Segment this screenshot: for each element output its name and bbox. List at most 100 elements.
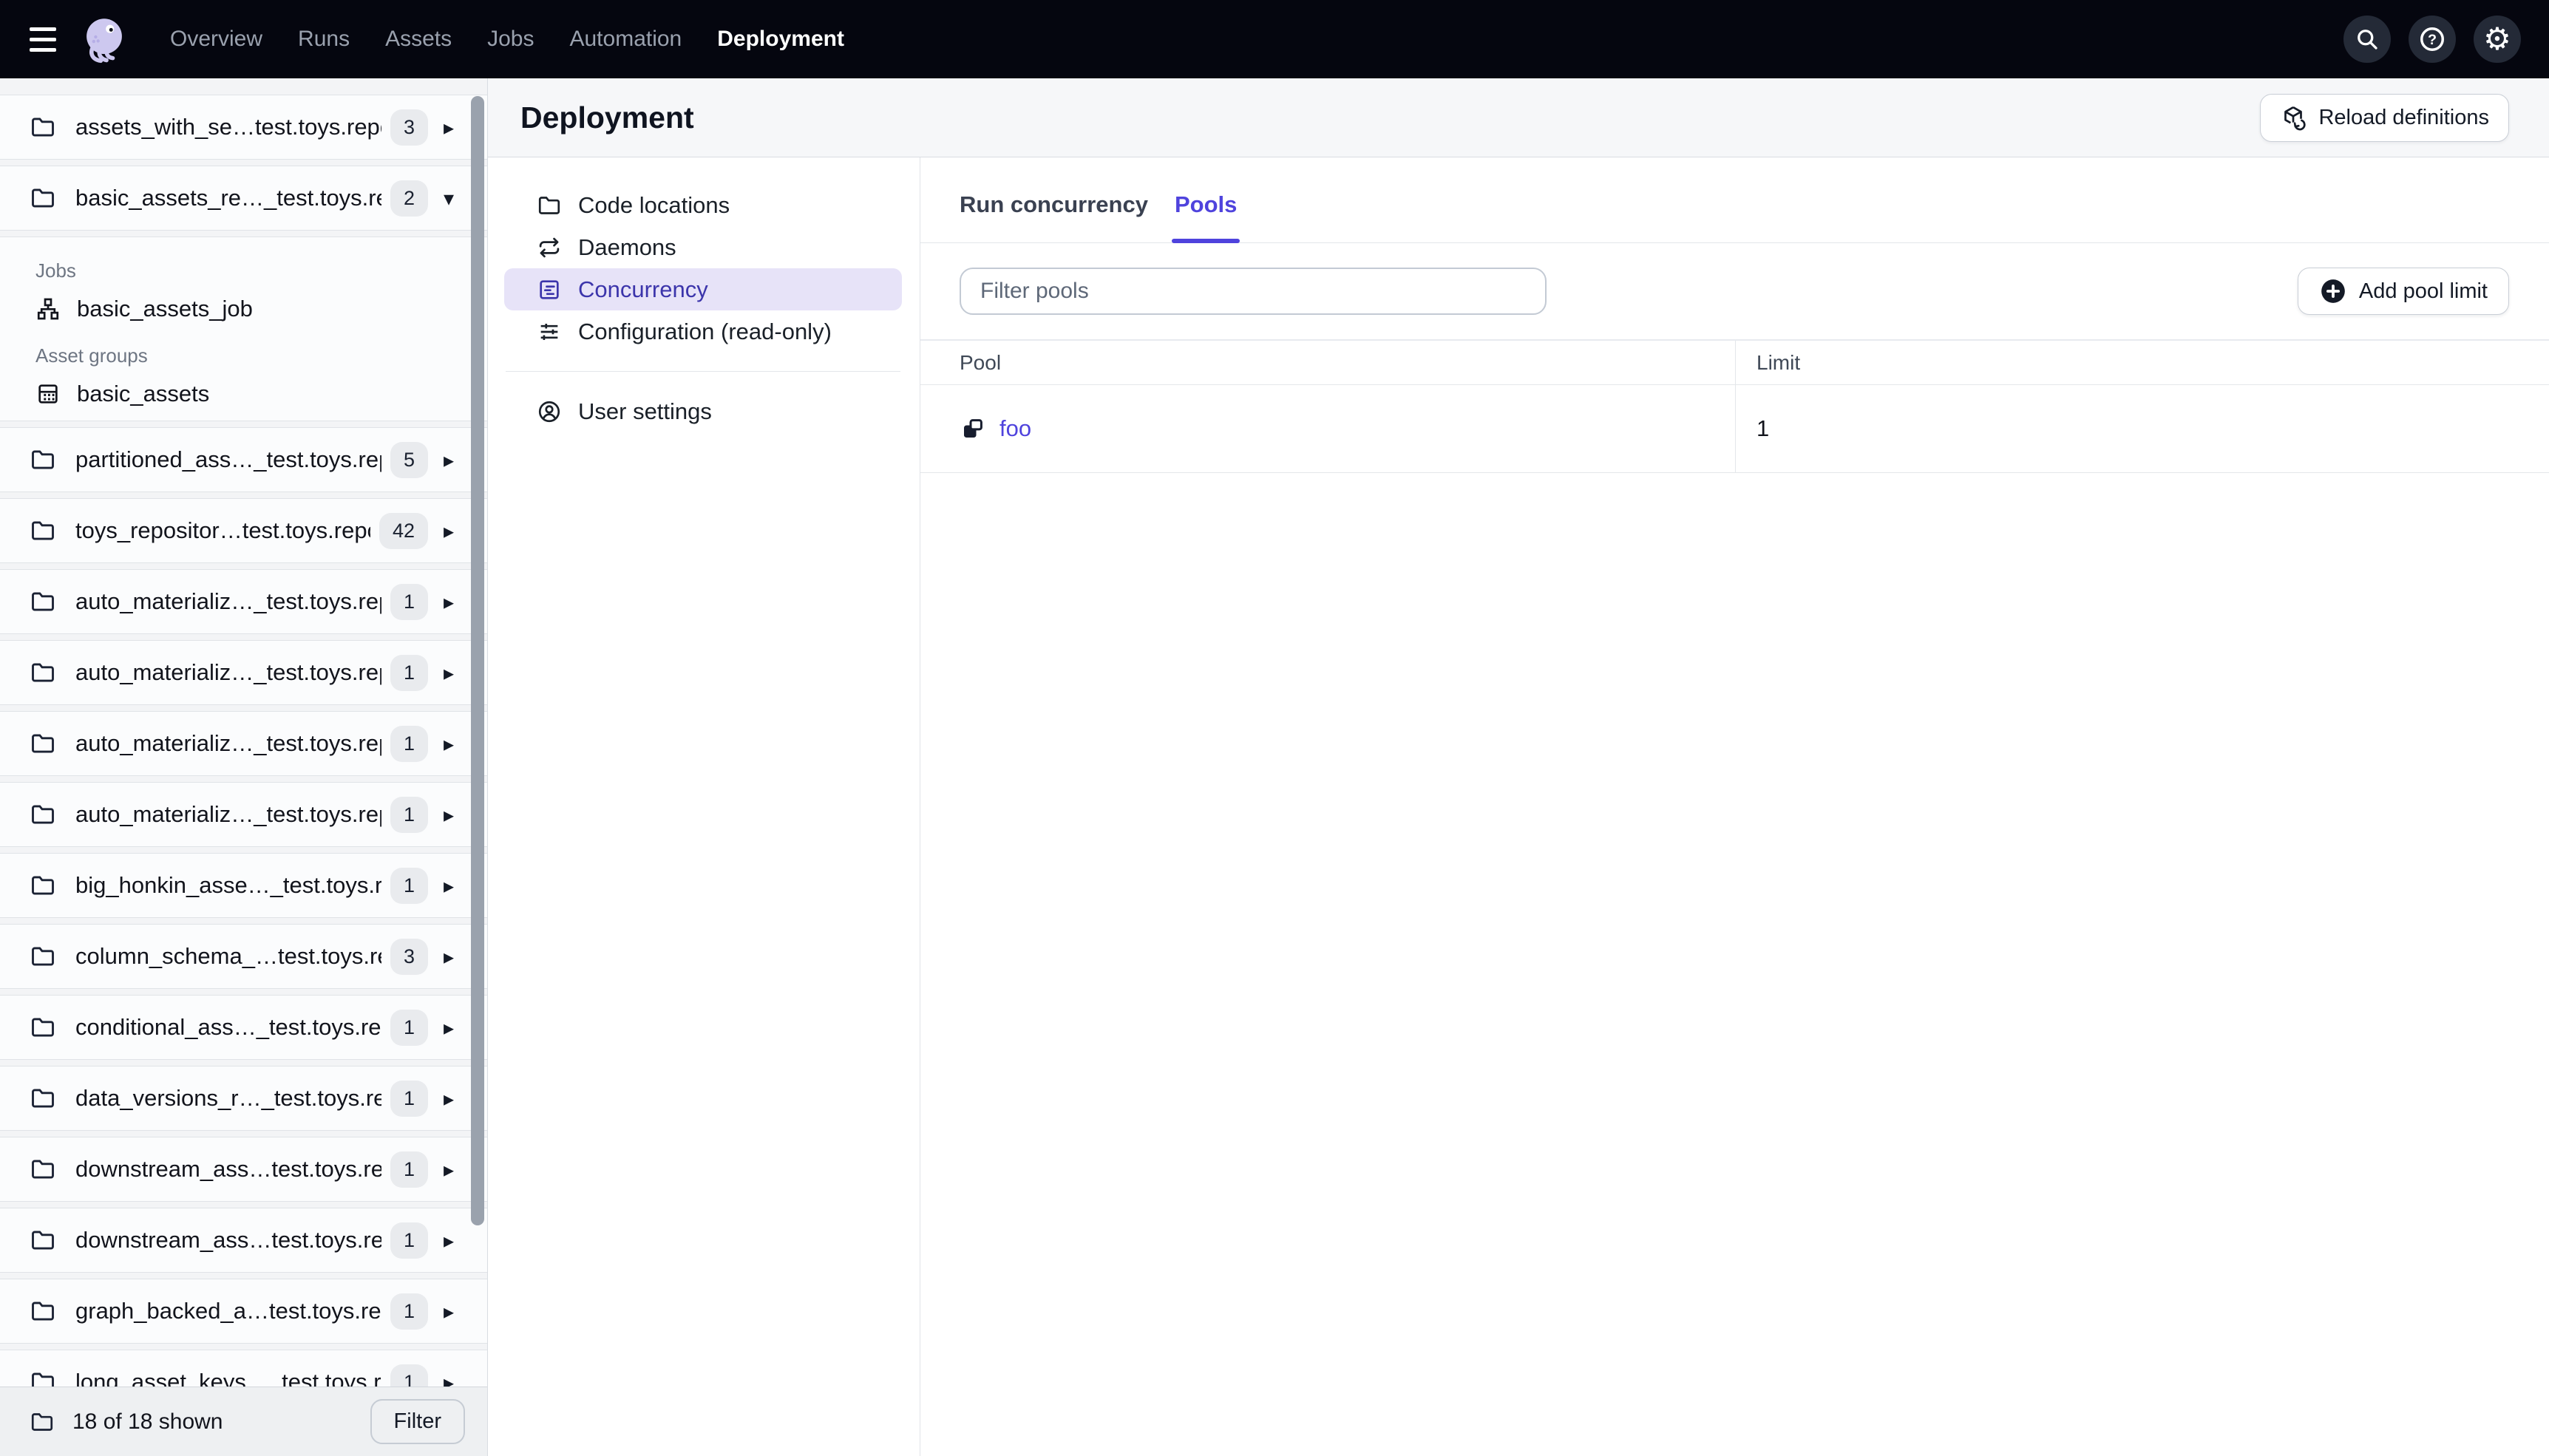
count-badge: 1 — [390, 796, 428, 833]
code-location-name: toys_repositor…test.toys.repo — [75, 517, 370, 543]
code-location-row[interactable]: column_schema_…test.toys.rep 3 ▸ — [0, 924, 487, 989]
main-area: Deployment Reload definitions Code locat… — [488, 78, 2549, 1456]
topnav-links: Overview Runs Assets Jobs Automation Dep… — [170, 27, 844, 52]
reload-definitions-button[interactable]: Reload definitions — [2260, 93, 2509, 142]
search-button[interactable] — [2343, 16, 2391, 63]
code-location-row[interactable]: toys_repositor…test.toys.repo 42 ▸ — [0, 498, 487, 563]
deployment-nav: Code locations Daemons Concurrency Confi… — [488, 157, 920, 1456]
folder-icon — [30, 1227, 56, 1253]
code-location-name: basic_assets_re…_test.toys.rep — [75, 185, 381, 211]
expand-chevron-icon[interactable]: ▸ — [428, 1228, 469, 1253]
folder-icon — [30, 943, 56, 970]
nav-item-automation[interactable]: Automation — [569, 27, 682, 51]
hamburger-menu-icon[interactable] — [30, 27, 56, 52]
folder-icon — [30, 114, 56, 140]
table-row: foo 1 — [920, 385, 2549, 473]
dnav-item-concurrency[interactable]: Concurrency — [504, 268, 902, 310]
expand-chevron-icon[interactable]: ▸ — [428, 1016, 469, 1040]
expand-chevron-icon[interactable]: ▸ — [428, 519, 469, 543]
top-nav: Overview Runs Assets Jobs Automation Dep… — [0, 0, 2549, 78]
code-location-name: column_schema_…test.toys.rep — [75, 943, 381, 969]
folder-icon — [30, 1085, 56, 1112]
expand-chevron-icon[interactable]: ▾ — [428, 186, 469, 211]
pools-table: Pool Limit foo 1 — [920, 339, 2549, 473]
dnav-item-configuration[interactable]: Configuration (read-only) — [504, 310, 902, 353]
code-location-row[interactable]: auto_materializ…_test.toys.repo 1 ▸ — [0, 569, 487, 634]
expand-chevron-icon[interactable]: ▸ — [428, 115, 469, 140]
code-location-name: conditional_ass…_test.toys.repo — [75, 1014, 381, 1040]
tab-run-concurrency[interactable]: Run concurrency — [960, 191, 1148, 242]
job-icon — [35, 296, 61, 322]
code-location-row[interactable]: big_honkin_asse…_test.toys.rep 1 ▸ — [0, 853, 487, 918]
code-location-row[interactable]: auto_materializ…_test.toys.repo 1 ▸ — [0, 782, 487, 847]
code-location-row[interactable]: downstream_ass…test.toys.rep 1 ▸ — [0, 1208, 487, 1273]
folder-icon — [30, 659, 56, 686]
dnav-label: Concurrency — [578, 276, 708, 302]
code-location-row[interactable]: downstream_ass…test.toys.rep 1 ▸ — [0, 1137, 487, 1202]
asset-group-icon — [35, 381, 61, 406]
code-location-row[interactable]: auto_materializ…_test.toys.repo 1 ▸ — [0, 711, 487, 776]
asset-group-item[interactable]: basic_assets — [35, 381, 469, 407]
gear-icon: ⚙ — [2483, 21, 2511, 57]
dnav-label: Code locations — [578, 191, 730, 218]
code-location-name: downstream_ass…test.toys.rep — [75, 1227, 381, 1253]
asset-groups-section-label: Asset groups — [35, 344, 148, 367]
code-location-row[interactable]: assets_with_se…test.toys.repo 3 ▸ — [0, 95, 487, 160]
dnav-item-code-locations[interactable]: Code locations — [504, 184, 902, 226]
expand-chevron-icon[interactable]: ▸ — [428, 1086, 469, 1111]
code-location-name: auto_materializ…_test.toys.repo — [75, 801, 381, 827]
count-badge: 1 — [390, 1080, 428, 1117]
code-location-row[interactable]: data_versions_r…_test.toys.rep 1 ▸ — [0, 1066, 487, 1131]
folder-icon — [30, 1298, 56, 1324]
nav-item-jobs[interactable]: Jobs — [487, 27, 534, 51]
code-location-row[interactable]: graph_backed_a…test.toys.repo 1 ▸ — [0, 1279, 487, 1344]
count-badge: 1 — [390, 1222, 428, 1259]
add-pool-limit-button[interactable]: Add pool limit — [2297, 268, 2509, 315]
tab-pools[interactable]: Pools — [1171, 191, 1240, 243]
folder-icon — [30, 517, 56, 544]
code-location-row[interactable]: basic_assets_re…_test.toys.rep 2 ▾ — [0, 166, 487, 231]
code-location-name: assets_with_se…test.toys.repo — [75, 114, 381, 140]
count-badge: 1 — [390, 1293, 428, 1330]
expand-chevron-icon[interactable]: ▸ — [428, 1157, 469, 1182]
expand-chevron-icon[interactable]: ▸ — [428, 803, 469, 827]
count-badge: 1 — [390, 583, 428, 620]
nav-item-assets[interactable]: Assets — [385, 27, 452, 51]
code-location-row[interactable]: conditional_ass…_test.toys.repo 1 ▸ — [0, 995, 487, 1060]
pool-name: foo — [999, 415, 1032, 441]
sidebar-scrollbar[interactable] — [471, 96, 484, 1225]
expand-chevron-icon[interactable]: ▸ — [428, 448, 469, 472]
count-badge: 1 — [390, 867, 428, 904]
code-location-row[interactable]: partitioned_ass…_test.toys.rep 5 ▸ — [0, 427, 487, 492]
settings-button[interactable]: ⚙ — [2474, 16, 2521, 63]
expand-chevron-icon[interactable]: ▸ — [428, 1299, 469, 1324]
sidebar-filter-button[interactable]: Filter — [370, 1399, 465, 1444]
count-badge: 1 — [390, 1151, 428, 1188]
dnav-label: User settings — [578, 398, 712, 424]
nav-item-runs[interactable]: Runs — [298, 27, 350, 51]
dnav-item-user-settings[interactable]: User settings — [504, 390, 902, 432]
expand-chevron-icon[interactable]: ▸ — [428, 945, 469, 969]
dagster-logo[interactable] — [77, 12, 132, 67]
expand-chevron-icon[interactable]: ▸ — [428, 732, 469, 756]
nav-item-deployment[interactable]: Deployment — [717, 27, 844, 51]
pool-link-foo[interactable]: foo — [960, 415, 1031, 442]
expand-chevron-icon[interactable]: ▸ — [428, 590, 469, 614]
folder-icon — [30, 185, 56, 211]
count-badge: 1 — [390, 654, 428, 691]
expand-chevron-icon[interactable]: ▸ — [428, 874, 469, 898]
job-name: basic_assets_job — [77, 296, 253, 322]
column-header-pool: Pool — [920, 341, 1736, 384]
code-location-name: partitioned_ass…_test.toys.rep — [75, 446, 381, 472]
code-location-row[interactable]: auto_materializ…_test.toys.repo 1 ▸ — [0, 640, 487, 705]
nav-item-overview[interactable]: Overview — [170, 27, 262, 51]
folder-icon — [30, 801, 56, 828]
reload-definitions-label: Reload definitions — [2318, 105, 2489, 129]
filter-pools-input[interactable] — [960, 268, 1547, 315]
expand-chevron-icon[interactable]: ▸ — [428, 661, 469, 685]
help-button[interactable]: ? — [2409, 16, 2456, 63]
job-item[interactable]: basic_assets_job — [35, 296, 469, 322]
column-header-limit: Limit — [1757, 350, 1801, 374]
dnav-item-daemons[interactable]: Daemons — [504, 226, 902, 268]
concurrency-icon — [537, 277, 562, 302]
